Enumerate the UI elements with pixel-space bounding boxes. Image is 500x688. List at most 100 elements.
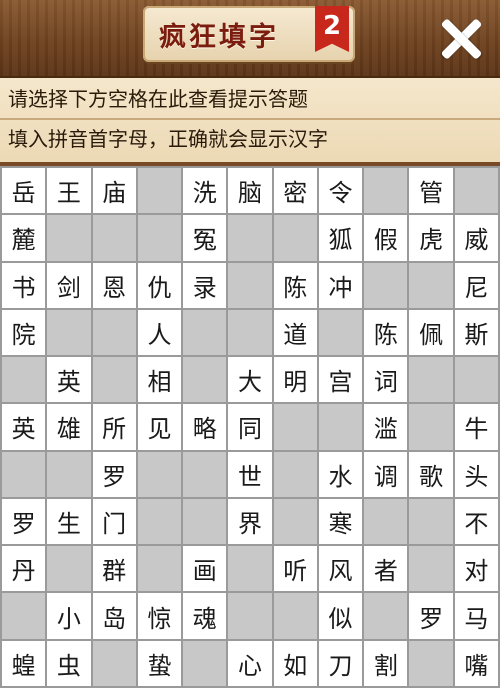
blocked-cell xyxy=(228,546,272,592)
letter-cell[interactable]: 王 xyxy=(47,168,91,214)
letter-cell[interactable]: 院 xyxy=(2,309,46,356)
close-x-icon[interactable] xyxy=(436,14,486,64)
letter-cell[interactable]: 所 xyxy=(92,404,136,450)
letter-cell[interactable]: 见 xyxy=(137,404,182,450)
letter-cell[interactable]: 界 xyxy=(228,498,272,545)
letter-cell[interactable]: 宫 xyxy=(318,357,363,403)
blocked-cell xyxy=(364,168,408,214)
blocked-cell xyxy=(228,262,272,308)
letter-cell[interactable]: 罗 xyxy=(409,593,453,639)
letter-cell[interactable]: 录 xyxy=(183,262,227,308)
letter-cell[interactable]: 狐 xyxy=(318,215,363,261)
letter-cell[interactable]: 同 xyxy=(228,404,272,450)
hint-instruction-2: 填入拼音首字母，正确就会显示汉字 xyxy=(8,127,328,151)
letter-cell[interactable]: 冲 xyxy=(318,262,363,308)
letter-cell[interactable]: 罗 xyxy=(92,451,136,497)
letter-cell[interactable]: 嘴 xyxy=(454,640,498,686)
letter-cell[interactable]: 佩 xyxy=(409,309,453,356)
letter-cell[interactable]: 不 xyxy=(454,498,498,545)
letter-cell[interactable]: 调 xyxy=(364,451,408,497)
letter-cell[interactable]: 群 xyxy=(92,546,136,592)
blocked-cell xyxy=(273,498,317,545)
letter-cell[interactable]: 世 xyxy=(228,451,272,497)
letter-cell[interactable]: 蝗 xyxy=(2,640,46,686)
letter-cell[interactable]: 歌 xyxy=(409,451,453,497)
blocked-cell xyxy=(318,404,363,450)
letter-cell[interactable]: 英 xyxy=(47,357,91,403)
letter-cell[interactable]: 威 xyxy=(454,215,498,261)
letter-cell[interactable]: 书 xyxy=(2,262,46,308)
letter-cell[interactable]: 如 xyxy=(273,640,317,686)
blocked-cell xyxy=(409,498,453,545)
letter-cell[interactable]: 蛰 xyxy=(137,640,182,686)
letter-cell[interactable]: 听 xyxy=(273,546,317,592)
blocked-cell xyxy=(183,309,227,356)
letter-cell[interactable]: 假 xyxy=(364,215,408,261)
letter-cell[interactable]: 庙 xyxy=(92,168,136,214)
letter-cell[interactable]: 对 xyxy=(454,546,498,592)
letter-cell[interactable]: 恩 xyxy=(92,262,136,308)
letter-cell[interactable]: 陈 xyxy=(273,262,317,308)
blocked-cell xyxy=(228,309,272,356)
letter-cell[interactable]: 风 xyxy=(318,546,363,592)
letter-cell[interactable]: 寒 xyxy=(318,498,363,545)
letter-cell[interactable]: 密 xyxy=(273,168,317,214)
letter-cell[interactable]: 马 xyxy=(454,593,498,639)
letter-cell[interactable]: 道 xyxy=(273,309,317,356)
blocked-cell xyxy=(273,593,317,639)
letter-cell[interactable]: 麓 xyxy=(2,215,46,261)
letter-cell[interactable]: 滥 xyxy=(364,404,408,450)
letter-cell[interactable]: 相 xyxy=(137,357,182,403)
letter-cell[interactable]: 剑 xyxy=(47,262,91,308)
blocked-cell xyxy=(318,309,363,356)
blocked-cell xyxy=(409,404,453,450)
letter-cell[interactable]: 似 xyxy=(318,593,363,639)
letter-cell[interactable]: 岛 xyxy=(92,593,136,639)
letter-cell[interactable]: 画 xyxy=(183,546,227,592)
blocked-cell xyxy=(137,498,182,545)
letter-cell[interactable]: 仇 xyxy=(137,262,182,308)
letter-cell[interactable]: 割 xyxy=(364,640,408,686)
letter-cell[interactable]: 惊 xyxy=(137,593,182,639)
letter-cell[interactable]: 词 xyxy=(364,357,408,403)
letter-cell[interactable]: 明 xyxy=(273,357,317,403)
letter-cell[interactable]: 洗 xyxy=(183,168,227,214)
letter-cell[interactable]: 牛 xyxy=(454,404,498,450)
blocked-cell xyxy=(183,451,227,497)
letter-cell[interactable]: 小 xyxy=(47,593,91,639)
letter-cell[interactable]: 心 xyxy=(228,640,272,686)
letter-cell[interactable]: 雄 xyxy=(47,404,91,450)
letter-cell[interactable]: 英 xyxy=(2,404,46,450)
blocked-cell xyxy=(183,357,227,403)
letter-cell[interactable]: 者 xyxy=(364,546,408,592)
letter-cell[interactable]: 令 xyxy=(318,168,363,214)
letter-cell[interactable]: 岳 xyxy=(2,168,46,214)
letter-cell[interactable]: 虎 xyxy=(409,215,453,261)
letter-cell[interactable]: 略 xyxy=(183,404,227,450)
letter-cell[interactable]: 罗 xyxy=(2,498,46,545)
letter-cell[interactable]: 管 xyxy=(409,168,453,214)
letter-cell[interactable]: 丹 xyxy=(2,546,46,592)
blocked-cell xyxy=(92,357,136,403)
letter-cell[interactable]: 陈 xyxy=(364,309,408,356)
letter-cell[interactable]: 魂 xyxy=(183,593,227,639)
letter-cell[interactable]: 大 xyxy=(228,357,272,403)
letter-cell[interactable]: 生 xyxy=(47,498,91,545)
letter-cell[interactable]: 尼 xyxy=(454,262,498,308)
blocked-cell xyxy=(47,546,91,592)
blocked-cell xyxy=(47,215,91,261)
letter-cell[interactable]: 刀 xyxy=(318,640,363,686)
letter-cell[interactable]: 头 xyxy=(454,451,498,497)
hint-panel: 请选择下方空格在此查看提示答题 填入拼音首字母，正确就会显示汉字 xyxy=(0,78,500,162)
letter-cell[interactable]: 脑 xyxy=(228,168,272,214)
blocked-cell xyxy=(364,498,408,545)
letter-cell[interactable]: 水 xyxy=(318,451,363,497)
blocked-cell xyxy=(364,593,408,639)
letter-cell[interactable]: 虫 xyxy=(47,640,91,686)
letter-cell[interactable]: 斯 xyxy=(454,309,498,356)
letter-cell[interactable]: 冤 xyxy=(183,215,227,261)
blocked-cell xyxy=(409,640,453,686)
letter-cell[interactable]: 门 xyxy=(92,498,136,545)
blocked-cell xyxy=(47,451,91,497)
letter-cell[interactable]: 人 xyxy=(137,309,182,356)
